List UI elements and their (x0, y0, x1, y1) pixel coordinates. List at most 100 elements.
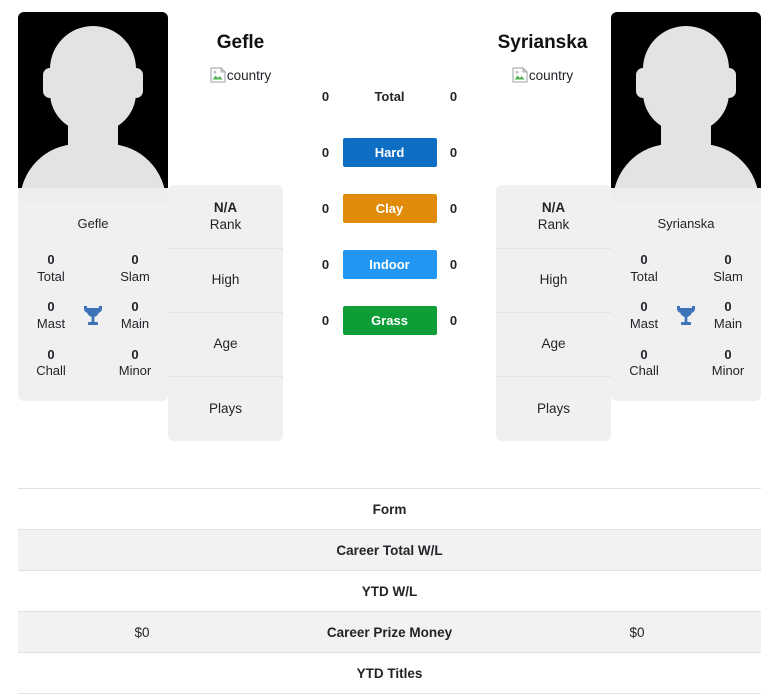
avatar-ear-left-shape (636, 68, 650, 98)
surface-row-clay: 0 Clay 0 (295, 180, 485, 236)
info-label: Rank (209, 216, 242, 232)
stat-value: 0 (724, 299, 732, 315)
info-label: High (211, 272, 240, 288)
stat-value: 0 (131, 252, 139, 267)
left-player-photo (18, 12, 168, 202)
info-row-rank: N/A Rank (168, 185, 283, 249)
titles-row: 0 Total 0 Slam (24, 245, 162, 292)
titles-row: 0 Total 0 Slam (617, 245, 755, 292)
page-title-left: Gefle (216, 32, 265, 53)
info-label: Rank (537, 216, 570, 232)
stat-value: 0 (47, 252, 55, 267)
stat-mast: 0 Mast (28, 299, 74, 332)
stat-value: 0 (131, 299, 139, 315)
left-player-column: Gefle 0 Total 0 Slam 0 Mast 0 Main 0 Cha… (18, 12, 168, 401)
row-label: Form (372, 501, 407, 517)
table-row: YTD Titles (18, 653, 761, 694)
stat-value: 0 (640, 346, 648, 362)
stat-label: Slam (120, 268, 150, 284)
stat-value: 0 (640, 299, 648, 315)
stat-chall: 0 Chall (621, 347, 667, 380)
right-player-header: Syrianska country (485, 32, 600, 83)
avatar-ear-right-shape (129, 68, 143, 98)
left-surface-count: 0 (321, 312, 330, 328)
info-value: N/A (541, 199, 566, 215)
broken-image-icon (210, 67, 226, 83)
right-country-alt-text: country (528, 67, 574, 83)
stat-slam: 0 Slam (705, 252, 751, 285)
surface-badge-grass: Grass (342, 305, 437, 335)
right-surface-count: 0 (449, 144, 458, 160)
stat-value: 0 (640, 252, 648, 267)
right-surface-count: 0 (449, 200, 458, 216)
surface-badge-indoor: Indoor (342, 249, 437, 279)
stat-chall: 0 Chall (28, 347, 74, 380)
stat-label: Main (120, 315, 150, 331)
stat-label: Mast (36, 315, 66, 331)
comparison-area: Gefle 0 Total 0 Slam 0 Mast 0 Main 0 Cha… (0, 0, 779, 476)
surface-row-grass: 0 Grass 0 (295, 292, 485, 348)
left-player-card: Gefle 0 Total 0 Slam 0 Mast 0 Main 0 Cha… (18, 12, 168, 401)
player-comparison-page: Gefle 0 Total 0 Slam 0 Mast 0 Main 0 Cha… (0, 0, 779, 699)
stat-label: Chall (36, 363, 66, 379)
left-surface-count: 0 (321, 256, 330, 272)
right-player-card: Syrianska 0 Total 0 Slam 0 Mast 0 Main 0… (611, 12, 761, 401)
info-row-age: Age (496, 313, 611, 377)
stat-minor: 0 Minor (705, 347, 751, 380)
right-country-flag: country (485, 67, 600, 83)
stat-total: 0 Total (28, 252, 74, 285)
info-label: Age (541, 336, 566, 352)
left-surface-count: 0 (321, 88, 330, 104)
info-row-high: High (168, 249, 283, 313)
info-row-rank: N/A Rank (496, 185, 611, 249)
surface-row-hard: 0 Hard 0 (295, 124, 485, 180)
right-surface-count: 0 (449, 312, 458, 328)
left-value: $0 (134, 624, 150, 640)
stat-value: 0 (724, 252, 732, 267)
right-titles-grid: 0 Total 0 Slam 0 Mast 0 Main 0 Chall 0 M… (611, 245, 761, 401)
stat-label: Total (37, 268, 65, 284)
stat-value: 0 (724, 346, 732, 362)
trophy-icon (80, 304, 106, 328)
avatar-base-strip (18, 188, 168, 202)
avatar-ear-right-shape (722, 68, 736, 98)
info-row-age: Age (168, 313, 283, 377)
row-label: YTD Titles (356, 665, 423, 681)
titles-row: 0 Chall 0 Minor (617, 340, 755, 387)
info-row-plays: Plays (168, 377, 283, 441)
titles-row: 0 Mast 0 Main (617, 292, 755, 339)
stat-label: Mast (629, 315, 659, 331)
left-player-card-name: Gefle (77, 216, 109, 231)
row-label: Career Total W/L (336, 542, 443, 558)
info-label: Age (213, 336, 238, 352)
right-player-photo (611, 12, 761, 202)
avatar-base-strip (611, 188, 761, 202)
stat-label: Total (630, 268, 658, 284)
stat-label: Chall (629, 363, 659, 379)
left-country-flag: country (183, 67, 298, 83)
info-row-high: High (496, 249, 611, 313)
right-value: $0 (629, 624, 645, 640)
broken-image-icon (512, 67, 528, 83)
page-title-right: Syrianska (497, 32, 588, 53)
table-row: $0 Career Prize Money $0 (18, 612, 761, 653)
info-label: Plays (208, 400, 242, 416)
left-player-header: Gefle country (183, 32, 298, 83)
stat-value: 0 (131, 346, 139, 362)
row-label: YTD W/L (361, 583, 418, 599)
right-player-column: Syrianska 0 Total 0 Slam 0 Mast 0 Main 0… (611, 12, 761, 401)
stat-label: Slam (713, 268, 743, 284)
right-info-card: N/A Rank High Age Plays (496, 185, 611, 441)
info-value: N/A (213, 199, 238, 215)
stat-label: Minor (118, 363, 152, 379)
left-surface-count: 0 (321, 144, 330, 160)
right-surface-count: 0 (449, 88, 458, 104)
surface-label-total: Total (374, 88, 405, 104)
info-label: Plays (536, 400, 570, 416)
stat-main: 0 Main (112, 299, 158, 332)
career-stats-table: Form Career Total W/L YTD W/L $0 Career … (18, 488, 761, 694)
stat-slam: 0 Slam (112, 252, 158, 285)
trophy-icon (673, 304, 699, 328)
table-row: YTD W/L (18, 571, 761, 612)
left-surface-count: 0 (321, 200, 330, 216)
